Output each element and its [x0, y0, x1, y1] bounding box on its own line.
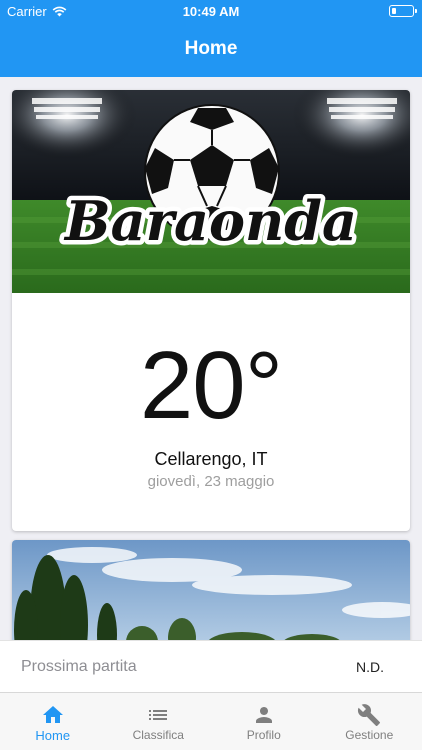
tab-home[interactable]: Home	[0, 693, 106, 750]
next-match-value: N.D.	[356, 659, 384, 675]
tab-profilo[interactable]: Profilo	[211, 693, 317, 750]
list-icon	[149, 710, 168, 720]
tab-bar: Home Classifica Profilo Gestione	[0, 692, 422, 750]
location-label: Cellarengo, IT	[154, 449, 268, 469]
wrench-icon	[358, 704, 381, 726]
tab-classifica-label: Classifica	[132, 728, 184, 742]
top-bar: Carrier 10:49 AM Home	[0, 0, 422, 77]
date-label: giovedì, 23 maggio	[147, 473, 275, 490]
weather-card[interactable]: Baraonda 20° Cellarengo, IT giovedì, 23 …	[12, 90, 410, 531]
tab-home-label: Home	[35, 728, 71, 743]
tab-gestione-label: Gestione	[345, 728, 394, 742]
battery-icon	[389, 5, 417, 17]
svg-text:Baraonda: Baraonda	[63, 189, 357, 253]
team-banner-image: Baraonda	[12, 90, 410, 293]
tab-classifica[interactable]: Classifica	[106, 693, 212, 750]
page-title: Home	[184, 38, 238, 59]
field-photo	[12, 540, 410, 650]
next-match-label: Prossima partita	[21, 658, 137, 675]
tab-gestione[interactable]: Gestione	[317, 693, 422, 750]
status-bar: Carrier 10:49 AM	[0, 0, 422, 22]
field-photo-card[interactable]	[12, 540, 410, 650]
temperature-value: 20°	[139, 332, 283, 439]
tab-profilo-label: Profilo	[246, 728, 281, 742]
home-icon	[42, 706, 63, 723]
next-match-bar[interactable]: Prossima partita N.D.	[0, 640, 422, 692]
person-icon	[255, 707, 272, 723]
status-time: 10:49 AM	[182, 4, 240, 19]
